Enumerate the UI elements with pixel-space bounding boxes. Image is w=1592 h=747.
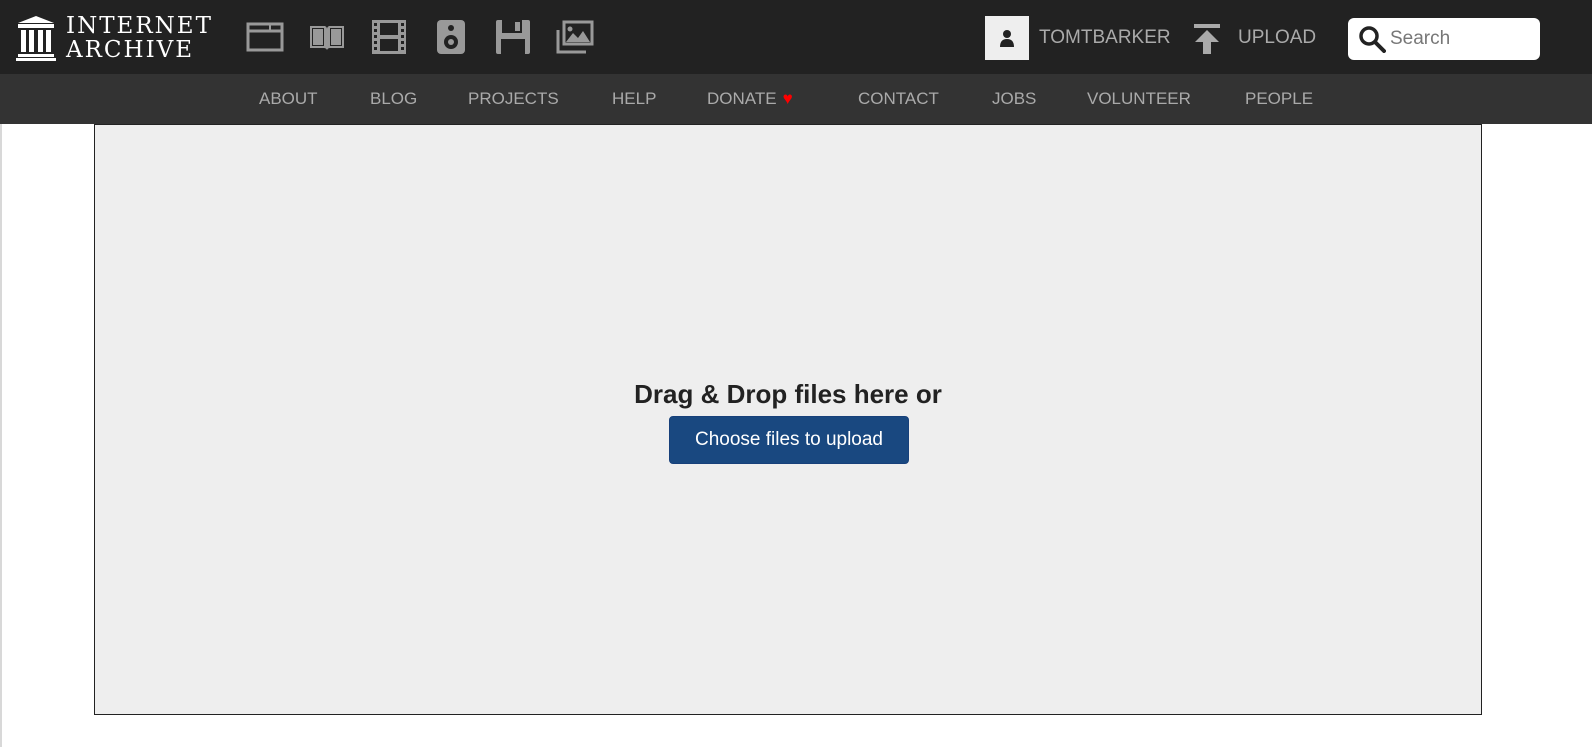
upload-link[interactable]: UPLOAD [1190,18,1316,58]
username[interactable]: TOMTBARKER [1039,27,1171,49]
archive-building-icon [16,16,56,61]
main-nav: ABOUT BLOG PROJECTS HELP DONATE ♥ CONTACT… [0,74,1592,124]
heart-icon: ♥ [782,89,793,108]
internet-archive-logo[interactable]: INTERNET ARCHIVE [16,13,216,63]
user-icon [1000,30,1014,47]
logo-line-1: INTERNET [66,13,213,39]
images-icon[interactable] [556,18,594,56]
media-type-icons [236,0,606,74]
nav-about[interactable]: ABOUT [259,74,318,124]
nav-help[interactable]: HELP [612,74,656,124]
upload-label: UPLOAD [1238,27,1317,48]
search-icon[interactable] [1358,25,1386,53]
top-bar: INTERNET ARCHIVE TOMTBARKER UPLOAD [0,0,1592,74]
search-box[interactable] [1348,18,1540,60]
texts-icon[interactable] [308,18,346,56]
nav-contact[interactable]: CONTACT [858,74,939,124]
drop-instructions: Drag & Drop files here or [634,379,942,409]
web-icon[interactable] [246,18,284,56]
nav-projects[interactable]: PROJECTS [468,74,559,124]
nav-people[interactable]: PEOPLE [1245,74,1313,124]
logo-text: INTERNET ARCHIVE [66,14,213,62]
video-icon[interactable] [370,18,408,56]
nav-jobs[interactable]: JOBS [992,74,1036,124]
nav-donate[interactable]: DONATE ♥ [707,74,793,124]
choose-files-button[interactable]: Choose files to upload [669,416,909,464]
upload-icon [1194,24,1220,54]
search-input[interactable] [1390,28,1530,50]
nav-volunteer[interactable]: VOLUNTEER [1087,74,1191,124]
avatar[interactable] [985,16,1029,60]
nav-blog[interactable]: BLOG [370,74,417,124]
file-drop-zone[interactable]: Drag & Drop files here or Choose files t… [94,124,1482,715]
user-menu[interactable]: TOMTBARKER [985,16,1171,60]
logo-line-2: ARCHIVE [66,37,195,63]
audio-icon[interactable] [432,18,470,56]
software-icon[interactable] [494,18,532,56]
nav-donate-label: DONATE [707,89,777,108]
page-edge-divider [0,124,2,747]
